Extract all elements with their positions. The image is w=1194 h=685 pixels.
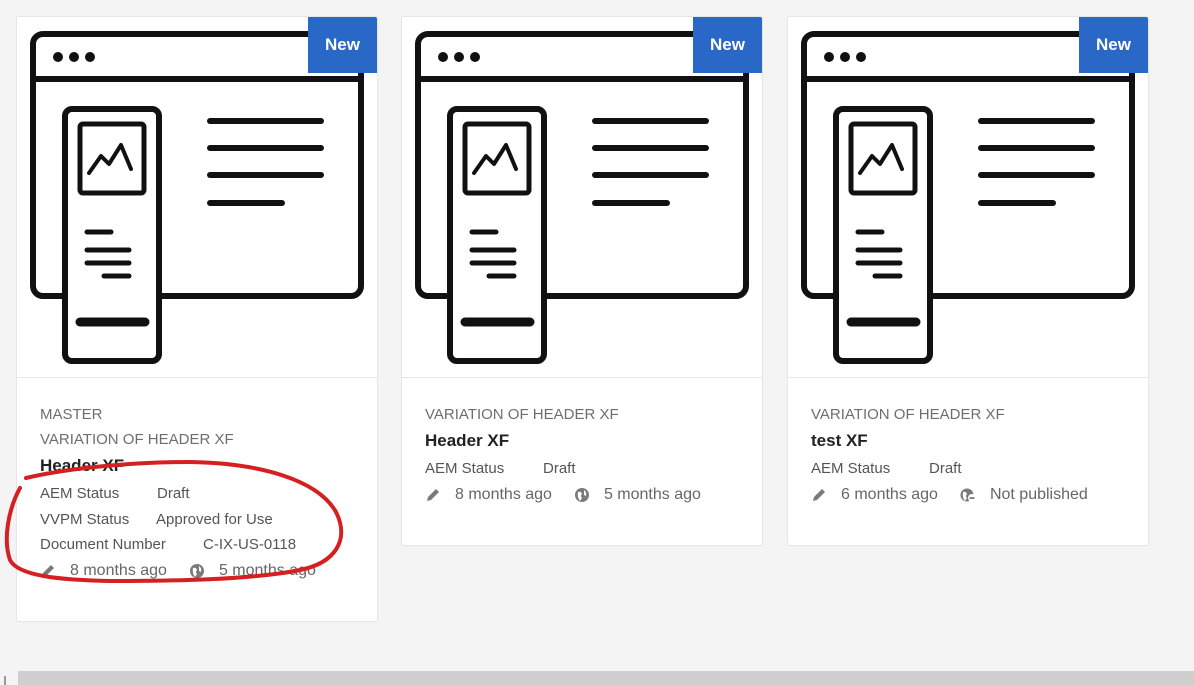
experience-fragment-card[interactable]: New VARIATION OF HEADER XF test XF AEM S… (787, 16, 1149, 546)
meta-value: Approved for Use (156, 510, 273, 528)
scrollbar-left-arrow[interactable] (4, 676, 6, 685)
meta-key: AEM Status (425, 460, 505, 477)
modified-date: 8 months ago (455, 485, 552, 503)
meta-row-aem-status: AEM Status Draft (40, 481, 354, 507)
pencil-icon (40, 563, 56, 579)
meta-value: Draft (543, 460, 576, 477)
meta-key: Document Number (40, 536, 166, 553)
card-thumbnail[interactable]: New (402, 17, 762, 378)
meta-value: C-IX-US-0118 (203, 536, 297, 553)
globe-icon (189, 563, 205, 579)
pencil-icon (811, 487, 827, 503)
new-badge: New (1079, 17, 1148, 73)
horizontal-scrollbar[interactable] (18, 671, 1194, 685)
meta-value: Draft (157, 485, 190, 502)
modified-date: 8 months ago (70, 561, 167, 579)
card-dates: 8 months ago 5 months ago (40, 558, 354, 584)
meta-value: Draft (929, 460, 962, 477)
meta-row-vvpm-status: VVPM Status Approved for Use (40, 507, 354, 533)
published-date: 5 months ago (603, 485, 701, 503)
card-dates: 6 months ago Not published (811, 482, 1125, 508)
pencil-icon (425, 487, 441, 503)
meta-key: VVPM Status (40, 510, 130, 528)
card-dates: 8 months ago 5 months ago (425, 482, 739, 508)
card-title[interactable]: test XF (811, 429, 1125, 453)
new-badge: New (308, 17, 377, 73)
meta-key: AEM Status (40, 485, 120, 502)
new-badge: New (693, 17, 762, 73)
meta-key: AEM Status (811, 460, 891, 477)
card-title[interactable]: Header XF (40, 454, 354, 478)
card-eyebrow: MASTER (40, 406, 103, 423)
published-date: Not published (989, 485, 1088, 503)
card-eyebrow: VARIATION OF HEADER XF (425, 406, 619, 423)
experience-fragment-card[interactable]: New MASTER VARIATION OF HEADER XF Header… (16, 16, 378, 622)
meta-row-document-number: Document Number C-IX-US-0118 (40, 532, 354, 558)
globe-icon (574, 487, 590, 503)
card-eyebrow: VARIATION OF HEADER XF (811, 406, 1005, 423)
published-date: 5 months ago (218, 561, 316, 579)
globe-unpublished-icon (960, 487, 976, 503)
card-thumbnail[interactable]: New (17, 17, 377, 378)
modified-date: 6 months ago (841, 485, 938, 503)
card-thumbnail[interactable]: New (788, 17, 1148, 378)
meta-row-aem-status: AEM Status Draft (425, 456, 739, 482)
card-eyebrow: VARIATION OF HEADER XF (40, 431, 234, 448)
card-title[interactable]: Header XF (425, 429, 739, 453)
meta-row-aem-status: AEM Status Draft (811, 456, 1125, 482)
experience-fragment-card[interactable]: New VARIATION OF HEADER XF Header XF AEM… (401, 16, 763, 546)
